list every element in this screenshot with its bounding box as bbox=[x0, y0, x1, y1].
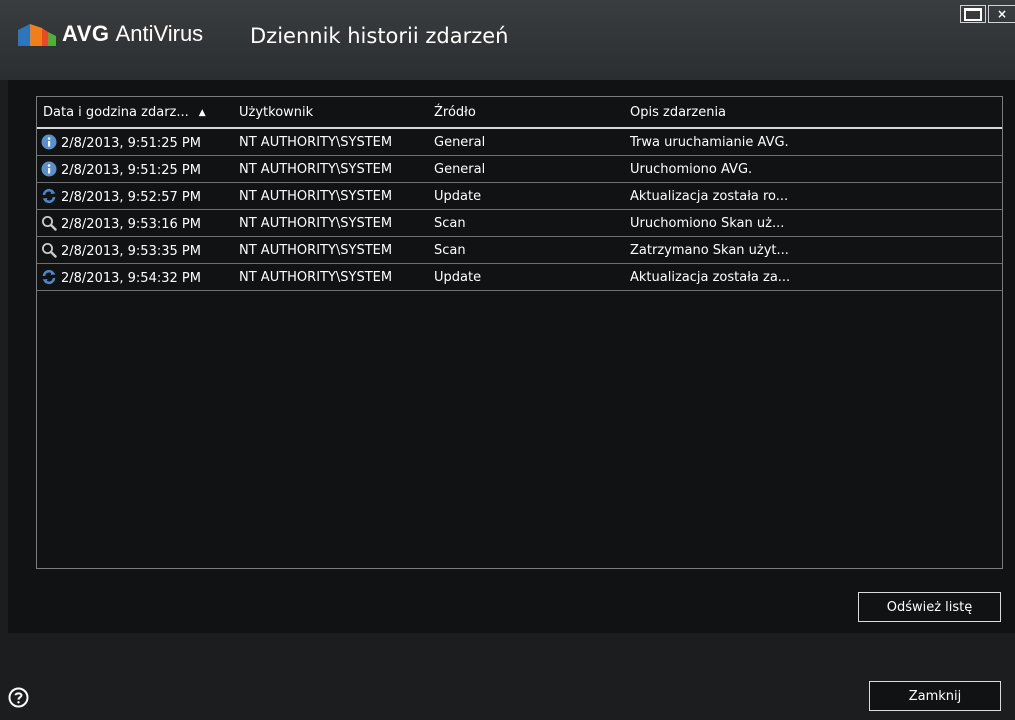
scan-icon bbox=[41, 242, 57, 258]
cell-description: Trwa uruchamianie AVG. bbox=[624, 128, 1002, 156]
refresh-list-button[interactable]: Odśwież listę bbox=[858, 592, 1001, 622]
table-row[interactable]: 2/8/2013, 9:51:25 PM NT AUTHORITY\SYSTEM G… bbox=[37, 155, 1002, 183]
brand-name: AVG bbox=[62, 21, 110, 46]
cell-description: Uruchomiono Skan uż... bbox=[624, 209, 1002, 237]
cell-user: NT AUTHORITY\SYSTEM bbox=[233, 263, 428, 291]
table-row[interactable]: 2/8/2013, 9:53:35 PM NT AUTHORITY\SYSTEM S… bbox=[37, 236, 1002, 264]
cell-source: Update bbox=[428, 263, 624, 291]
cell-user: NT AUTHORITY\SYSTEM bbox=[233, 155, 428, 183]
table-row[interactable]: 2/8/2013, 9:54:32 PM NT AUTHORITY\SYSTEM U… bbox=[37, 263, 1002, 291]
cell-description: Aktualizacja została za... bbox=[624, 263, 1002, 291]
table-row[interactable]: 2/8/2013, 9:51:25 PM NT AUTHORITY\SYSTEM G… bbox=[37, 128, 1002, 156]
info-icon bbox=[41, 134, 57, 150]
column-header-user[interactable]: Użytkownik bbox=[233, 97, 428, 129]
info-icon bbox=[41, 161, 57, 177]
app-brand: AVG AntiVirus bbox=[62, 20, 203, 48]
help-icon[interactable] bbox=[8, 687, 29, 708]
cell-description: Uruchomiono AVG. bbox=[624, 155, 1002, 183]
dialog-title: Dziennik historii zdarzeń bbox=[250, 24, 509, 48]
cell-source: Scan bbox=[428, 209, 624, 237]
cell-user: NT AUTHORITY\SYSTEM bbox=[233, 209, 428, 237]
cell-datetime: 2/8/2013, 9:54:32 PM bbox=[37, 263, 233, 291]
close-button[interactable]: Zamknij bbox=[869, 681, 1001, 711]
cell-user: NT AUTHORITY\SYSTEM bbox=[233, 182, 428, 210]
column-header-datetime[interactable]: Data i godzina zdarz... ▲ bbox=[37, 97, 233, 129]
cell-source: Scan bbox=[428, 236, 624, 264]
cell-user: NT AUTHORITY\SYSTEM bbox=[233, 236, 428, 264]
cell-datetime-text: 2/8/2013, 9:52:57 PM bbox=[61, 189, 201, 205]
cell-description: Aktualizacja została ro... bbox=[624, 182, 1002, 210]
event-history-table: Data i godzina zdarz... ▲ Użytkownik Źród… bbox=[36, 96, 1003, 569]
update-icon bbox=[41, 269, 57, 285]
cell-datetime-text: 2/8/2013, 9:53:16 PM bbox=[61, 216, 201, 232]
scan-icon bbox=[41, 215, 57, 231]
column-header-source[interactable]: Źródło bbox=[428, 97, 624, 129]
table-header: Data i godzina zdarz... ▲ Użytkownik Źród… bbox=[37, 97, 1002, 129]
brand-product: AntiVirus bbox=[115, 21, 204, 46]
cell-datetime: 2/8/2013, 9:51:25 PM bbox=[37, 155, 233, 183]
avg-logo-icon bbox=[18, 24, 56, 46]
cell-datetime: 2/8/2013, 9:53:16 PM bbox=[37, 209, 233, 237]
cell-datetime: 2/8/2013, 9:52:57 PM bbox=[37, 182, 233, 210]
cell-datetime: 2/8/2013, 9:53:35 PM bbox=[37, 236, 233, 264]
cell-datetime: 2/8/2013, 9:51:25 PM bbox=[37, 128, 233, 156]
cell-datetime-text: 2/8/2013, 9:54:32 PM bbox=[61, 270, 201, 286]
close-window-button[interactable]: × bbox=[988, 5, 1015, 23]
column-header-label: Data i godzina zdarz... bbox=[43, 104, 189, 120]
cell-datetime-text: 2/8/2013, 9:51:25 PM bbox=[61, 135, 201, 151]
table-row[interactable]: 2/8/2013, 9:53:16 PM NT AUTHORITY\SYSTEM S… bbox=[37, 209, 1002, 237]
sort-ascending-icon: ▲ bbox=[198, 107, 206, 118]
update-icon bbox=[41, 188, 57, 204]
cell-datetime-text: 2/8/2013, 9:51:25 PM bbox=[61, 162, 201, 178]
cell-source: General bbox=[428, 155, 624, 183]
column-header-description[interactable]: Opis zdarzenia bbox=[624, 97, 1002, 129]
maximize-button[interactable] bbox=[960, 5, 986, 23]
title-bar: AVG AntiVirus Dziennik historii zdarzeń × bbox=[0, 0, 1015, 80]
table-row[interactable]: 2/8/2013, 9:52:57 PM NT AUTHORITY\SYSTEM U… bbox=[37, 182, 1002, 210]
cell-source: General bbox=[428, 128, 624, 156]
cell-source: Update bbox=[428, 182, 624, 210]
content-panel: Data i godzina zdarz... ▲ Użytkownik Źród… bbox=[8, 80, 1015, 633]
cell-user: NT AUTHORITY\SYSTEM bbox=[233, 128, 428, 156]
cell-description: Zatrzymano Skan użyt... bbox=[624, 236, 1002, 264]
cell-datetime-text: 2/8/2013, 9:53:35 PM bbox=[61, 243, 201, 259]
